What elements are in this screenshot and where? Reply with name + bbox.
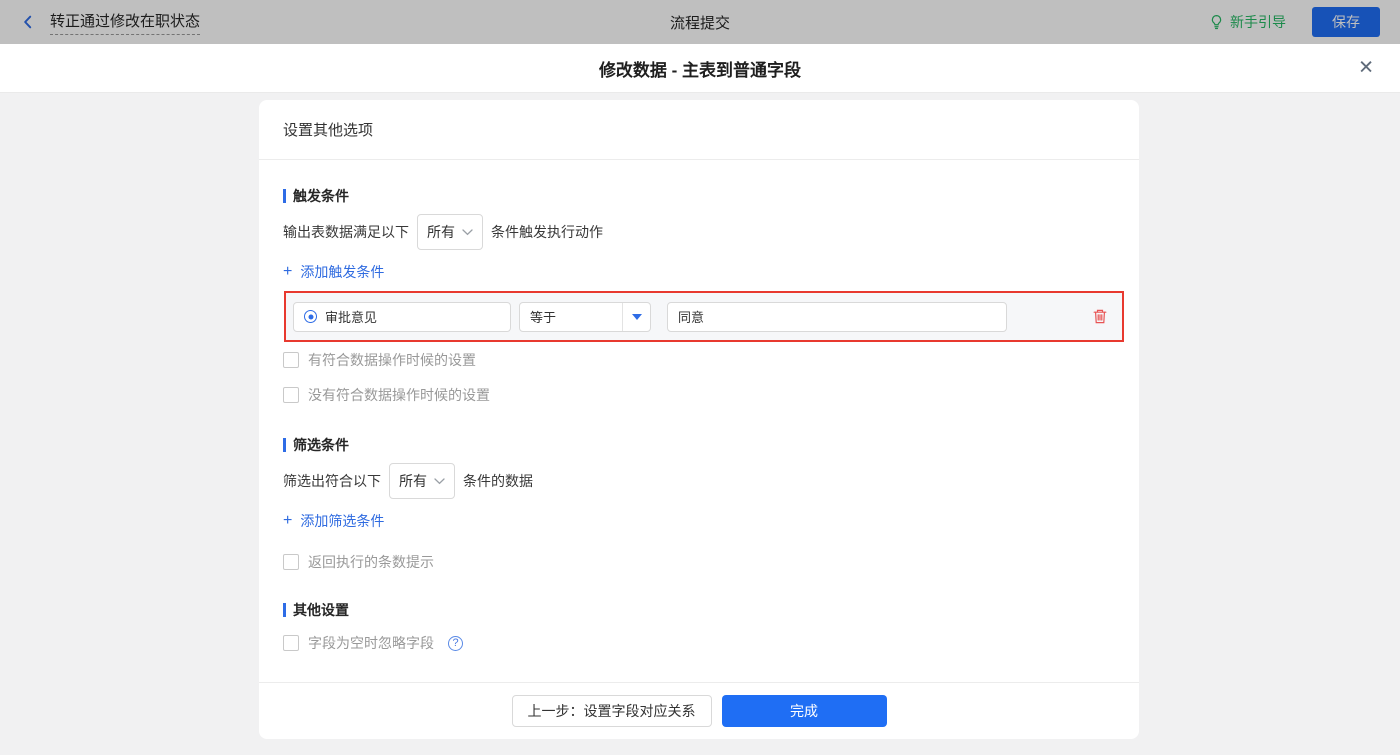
dropdown-caret[interactable] bbox=[622, 302, 650, 331]
checkbox[interactable] bbox=[283, 554, 299, 570]
triangle-down-icon bbox=[631, 313, 642, 320]
plus-icon: + bbox=[283, 512, 293, 529]
delete-condition-icon[interactable] bbox=[1092, 308, 1108, 325]
chevron-down-icon bbox=[434, 477, 445, 484]
trigger-checkbox-row-no-match: 没有符合数据操作时候的设置 bbox=[283, 385, 1115, 405]
help-icon[interactable]: ? bbox=[448, 635, 463, 651]
filter-match-row: 筛选出符合以下 所有 条件的数据 bbox=[283, 463, 1115, 499]
trigger-match-prefix: 输出表数据满足以下 bbox=[283, 224, 409, 240]
trigger-checkbox-row-has-match: 有符合数据操作时候的设置 bbox=[283, 350, 1115, 370]
settings-panel: 设置其他选项 触发条件 输出表数据满足以下 所有 条件触发执行动作 + 添加触发… bbox=[259, 100, 1139, 739]
filter-checkbox-row-count-hint: 返回执行的条数提示 bbox=[283, 552, 1115, 572]
plus-icon: + bbox=[283, 263, 293, 280]
section-other-title: 其他设置 bbox=[283, 600, 1115, 620]
radio-field-type-icon bbox=[304, 310, 317, 323]
panel-body: 触发条件 输出表数据满足以下 所有 条件触发执行动作 + 添加触发条件 审批意见… bbox=[259, 160, 1139, 682]
checkbox[interactable] bbox=[283, 352, 299, 368]
condition-value-input[interactable] bbox=[667, 301, 1007, 332]
trigger-match-mode-select[interactable]: 所有 bbox=[417, 214, 483, 250]
modal-header: 修改数据 - 主表到普通字段 ✕ bbox=[0, 44, 1400, 93]
checkbox[interactable] bbox=[283, 387, 299, 403]
app-header: 转正通过修改在职状态 流程提交 新手引导 保存 bbox=[0, 0, 1400, 44]
section-marker bbox=[283, 603, 286, 617]
trigger-match-row: 输出表数据满足以下 所有 条件触发执行动作 bbox=[283, 214, 1115, 250]
trigger-condition-row: 审批意见 等于 bbox=[284, 291, 1124, 342]
add-trigger-condition-link[interactable]: + 添加触发条件 bbox=[283, 262, 384, 282]
section-marker bbox=[283, 438, 286, 452]
trigger-match-suffix: 条件触发执行动作 bbox=[491, 224, 603, 240]
section-trigger-title: 触发条件 bbox=[283, 186, 1115, 206]
modal-backdrop bbox=[0, 0, 1400, 44]
other-checkbox-row-ignore-empty: 字段为空时忽略字段 ? bbox=[283, 633, 1115, 653]
condition-field-select[interactable]: 审批意见 bbox=[293, 301, 511, 332]
done-button[interactable]: 完成 bbox=[721, 695, 887, 727]
close-icon[interactable]: ✕ bbox=[1358, 59, 1374, 78]
panel-footer: 上一步：设置字段对应关系 完成 bbox=[259, 682, 1139, 739]
checkbox[interactable] bbox=[283, 635, 299, 651]
panel-header: 设置其他选项 bbox=[259, 100, 1139, 160]
modal-title: 修改数据 - 主表到普通字段 bbox=[598, 60, 802, 80]
filter-match-prefix: 筛选出符合以下 bbox=[283, 473, 381, 489]
add-filter-condition-link[interactable]: + 添加筛选条件 bbox=[283, 511, 384, 531]
section-filter-title: 筛选条件 bbox=[283, 435, 1115, 455]
condition-operator-select[interactable]: 等于 bbox=[519, 301, 651, 332]
chevron-down-icon bbox=[462, 228, 473, 235]
section-marker bbox=[283, 189, 286, 203]
previous-step-button[interactable]: 上一步：设置字段对应关系 bbox=[511, 695, 712, 727]
filter-match-mode-select[interactable]: 所有 bbox=[389, 463, 455, 499]
panel-header-title: 设置其他选项 bbox=[283, 122, 374, 139]
filter-match-suffix: 条件的数据 bbox=[463, 473, 533, 489]
